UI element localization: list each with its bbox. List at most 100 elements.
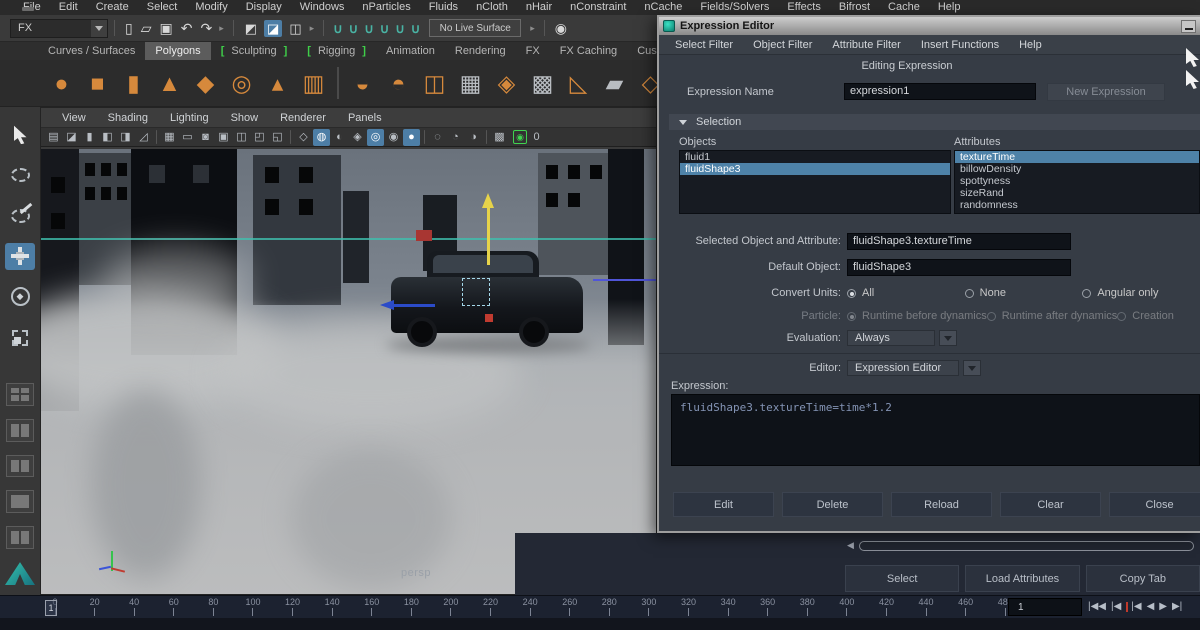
fill-hole-icon[interactable]: ▦ — [455, 65, 486, 101]
attributes-list-item[interactable]: billowDensity — [955, 163, 1199, 175]
menu-item[interactable]: Select — [138, 0, 187, 15]
film-gate-icon[interactable]: ▭ — [179, 129, 196, 146]
poly-cube-icon[interactable]: ■ — [82, 65, 113, 101]
separate-icon[interactable]: ◓ — [383, 65, 414, 101]
snapshot-icon[interactable]: ▩ — [491, 129, 508, 146]
isolate-select-icon[interactable]: ◌ — [429, 129, 446, 146]
attributes-list-item[interactable]: sizeRand — [955, 187, 1199, 199]
new-scene-icon[interactable]: ▯ — [125, 21, 133, 35]
expression-code-area[interactable]: fluidShape3.textureTime=time*1.2 — [671, 394, 1200, 466]
menu-item[interactable]: Effects — [778, 0, 829, 15]
select-component-icon[interactable]: ◫ — [286, 20, 304, 37]
field-chart-icon[interactable]: ◫ — [233, 129, 250, 146]
viewport-menu-item[interactable]: Show — [220, 112, 270, 124]
objects-list-item[interactable]: fluid1 — [680, 151, 950, 163]
menu-item[interactable]: Display — [237, 0, 291, 15]
editor-dropdown[interactable]: Expression Editor — [847, 360, 959, 376]
expression-editor-window[interactable]: Expression Editor Select FilterObject Fi… — [657, 15, 1200, 533]
motion-blur-icon[interactable]: ● — [403, 129, 420, 146]
expression-editor-menu-item[interactable]: Object Filter — [743, 39, 822, 51]
pan-zoom-icon[interactable]: ◨ — [117, 129, 134, 146]
record-icon[interactable]: ◉ — [513, 130, 527, 144]
make-live-icon[interactable]: ∪ — [411, 22, 421, 35]
new-expression-button[interactable]: New Expression — [1047, 83, 1165, 101]
translate-x-arrowhead[interactable] — [380, 300, 394, 310]
poly-sphere-icon[interactable]: ● — [46, 65, 77, 101]
menu-item[interactable]: Cache — [879, 0, 929, 15]
menu-item[interactable]: Fields/Solvers — [691, 0, 778, 15]
extrude-icon[interactable]: ▰ — [599, 65, 630, 101]
poly-cone-icon[interactable]: ▲ — [154, 65, 185, 101]
time-slider[interactable]: 0 20 40 60 80 100 120 140 — [0, 595, 1200, 618]
poly-plane-icon[interactable]: ◆ — [190, 65, 221, 101]
poly-cylinder-icon[interactable]: ▮ — [118, 65, 149, 101]
shelf-tab[interactable]: Rendering — [445, 42, 516, 60]
expression-editor-menu-item[interactable]: Attribute Filter — [822, 39, 910, 51]
wireframe-icon[interactable]: ◇ — [295, 129, 312, 146]
smooth-icon[interactable]: ◈ — [491, 65, 522, 101]
perspective-viewport[interactable]: ViewShadingLightingShowRendererPanels ▤◪… — [40, 107, 657, 595]
attribute-editor-button[interactable]: Select — [845, 565, 959, 592]
poly-torus-icon[interactable]: ◎ — [226, 65, 257, 101]
select-hierarchy-icon[interactable]: ◩ — [242, 20, 260, 37]
open-scene-icon[interactable]: ▱ — [141, 21, 152, 35]
selected-attribute-field[interactable]: fluidShape3.textureTime — [847, 233, 1071, 250]
menu-item[interactable]: nCache — [635, 0, 691, 15]
attributes-list-item[interactable]: spottyness — [955, 175, 1199, 187]
expression-name-input[interactable]: expression1 — [844, 83, 1036, 100]
expression-editor-menu-item[interactable]: Select Filter — [665, 39, 743, 51]
evaluation-dropdown[interactable]: Always — [847, 330, 935, 346]
step-back-frame-button[interactable]: |◀ — [1111, 602, 1121, 612]
menu-item[interactable]: Create — [87, 0, 138, 15]
move-tool[interactable] — [5, 243, 35, 271]
range-slider-strip[interactable] — [0, 618, 1200, 630]
attributes-list-item[interactable]: randomness — [955, 199, 1199, 211]
translate-y-manipulator[interactable] — [487, 207, 490, 265]
timeline-ruler[interactable]: 0 20 40 60 80 100 120 140 — [42, 597, 1058, 619]
menu-item[interactable]: nHair — [517, 0, 561, 15]
undo-icon[interactable]: ↶ — [181, 21, 193, 35]
attributes-list-item[interactable]: textureTime — [955, 151, 1199, 163]
current-time-marker[interactable]: 1 — [45, 600, 57, 616]
expression-editor-menu-item[interactable]: Help — [1009, 39, 1052, 51]
minimize-button[interactable] — [1181, 20, 1196, 33]
viewport-menu-item[interactable]: Renderer — [269, 112, 337, 124]
eye-icon[interactable]: ◉ — [555, 21, 567, 35]
shelf-tab[interactable]: Rigging — [297, 42, 376, 60]
gate-mask-icon[interactable]: ▣ — [215, 129, 232, 146]
shelf-tab[interactable]: FX Caching — [550, 42, 627, 60]
viewport-icon[interactable] — [424, 130, 425, 144]
convert-units-radio[interactable]: None — [965, 285, 1083, 302]
scroll-left-icon[interactable]: ◀ — [847, 541, 859, 550]
redo-icon[interactable]: ↷ — [200, 21, 212, 35]
menu-item[interactable]: nParticles — [353, 0, 419, 15]
ambient-occlusion-icon[interactable]: ◉ — [385, 129, 402, 146]
chevron-down-icon[interactable] — [91, 20, 107, 37]
expression-editor-button[interactable]: Close — [1109, 492, 1200, 517]
snap-view-plane-icon[interactable]: ∪ — [395, 22, 405, 35]
viewport-menu-item[interactable]: Lighting — [159, 112, 220, 124]
grid-icon[interactable]: ▦ — [161, 129, 178, 146]
hud-counter[interactable]: 0 — [528, 129, 545, 146]
menu-item[interactable]: nCloth — [467, 0, 517, 15]
resolution-gate-icon[interactable]: ◙ — [197, 129, 214, 146]
snap-grid-icon[interactable]: ∪ — [333, 22, 343, 35]
translate-x-manipulator[interactable] — [393, 304, 435, 307]
layout-two-pane-button[interactable] — [6, 419, 34, 442]
layout-single-pane-button[interactable] — [6, 490, 34, 513]
shelf-tab[interactable]: FX — [516, 42, 550, 60]
select-object-icon[interactable]: ◪ — [264, 20, 282, 37]
shelf-tab[interactable]: Curves / Surfaces — [38, 42, 145, 60]
shelf-tab[interactable]: Animation — [376, 42, 445, 60]
flyout-arrow-icon[interactable]: ▸ — [530, 23, 535, 34]
camera-attributes-icon[interactable]: ◪ — [63, 129, 80, 146]
shelf-tab[interactable]: Sculpting — [211, 42, 298, 60]
play-backwards-button[interactable]: ◀ — [1147, 602, 1155, 612]
image-plane-icon[interactable]: ◧ — [99, 129, 116, 146]
safe-title-icon[interactable]: ◱ — [269, 129, 286, 146]
multi-cut-icon[interactable]: ◺ — [563, 65, 594, 101]
menu-item[interactable]: Modify — [186, 0, 236, 15]
viewport-menu-item[interactable]: Panels — [337, 112, 393, 124]
shelf-icon[interactable] — [337, 67, 339, 99]
safe-action-icon[interactable]: ◰ — [251, 129, 268, 146]
